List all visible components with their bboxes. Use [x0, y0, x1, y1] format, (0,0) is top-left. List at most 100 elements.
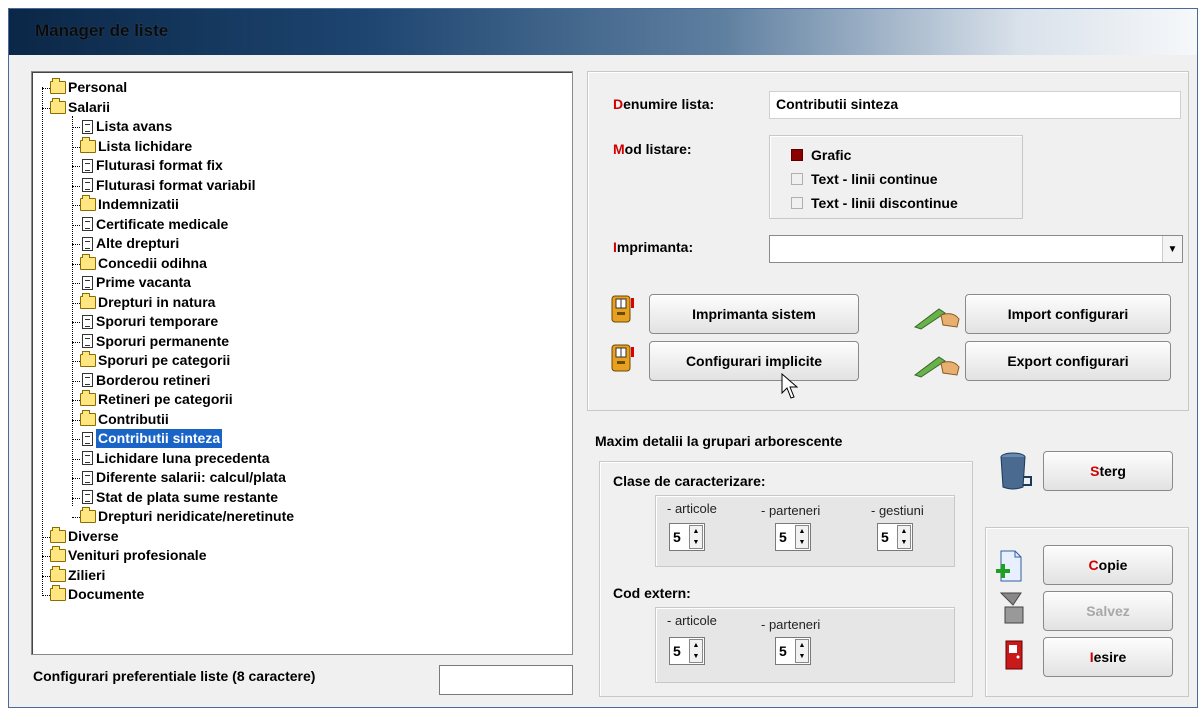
- code-articole-spinner[interactable]: 5 ▲ ▼: [669, 637, 705, 665]
- class-gestiuni-label: - gestiuni: [871, 503, 924, 518]
- tree-item[interactable]: Contributii: [80, 409, 169, 429]
- document-icon: [82, 158, 93, 173]
- document-icon: [82, 178, 93, 192]
- tree-guide-line: [72, 361, 80, 362]
- tree-guide-line: [42, 536, 50, 538]
- tree-item[interactable]: Personal: [50, 78, 127, 97]
- mode-radio-grafic[interactable]: [791, 149, 803, 161]
- title-bar[interactable]: Manager de liste: [9, 9, 1197, 55]
- tree-guide-line: [72, 497, 80, 499]
- document-icon: [82, 451, 93, 465]
- code-articole-label: - articole: [667, 613, 717, 628]
- printer-select[interactable]: ▼: [769, 235, 1183, 263]
- tree-item[interactable]: Drepturi in natura: [80, 292, 215, 312]
- folder-open-icon: [50, 97, 66, 114]
- tree-item[interactable]: Documente: [50, 585, 144, 604]
- spin-arrows-icon[interactable]: ▲ ▼: [795, 525, 809, 549]
- tree-item[interactable]: Drepturi neridicate/neretinute: [80, 507, 294, 526]
- mode-option-text-discontinue[interactable]: Text - linii discontinue: [791, 195, 958, 211]
- document-icon: [82, 373, 93, 387]
- folder-icon: [80, 409, 96, 426]
- tree-item[interactable]: Concedii odihna: [80, 253, 207, 273]
- tree-item[interactable]: Sporuri temporare: [80, 312, 218, 331]
- folder-icon: [80, 351, 96, 367]
- tree-item-label: Certificate medicale: [96, 215, 229, 232]
- tree-item-label: Borderou retineri: [96, 371, 211, 388]
- class-parteneri-spinner[interactable]: 5 ▲ ▼: [775, 523, 811, 551]
- printer-icon: [609, 292, 639, 326]
- spin-arrows-icon[interactable]: ▲ ▼: [897, 525, 911, 549]
- spin-arrows-icon[interactable]: ▲ ▼: [795, 639, 809, 663]
- mode-option-grafic[interactable]: Grafic: [791, 147, 851, 163]
- tree-item-label: Drepturi neridicate/neretinute: [98, 508, 295, 524]
- tree-guide-line: [72, 400, 80, 401]
- spin-arrows-icon[interactable]: ▲ ▼: [689, 639, 703, 663]
- tree-item[interactable]: Lista lichidare: [80, 136, 192, 156]
- class-gestiuni-spinner[interactable]: 5 ▲ ▼: [877, 523, 913, 551]
- document-icon: [82, 334, 93, 348]
- tree-item[interactable]: Diferente salarii: calcul/plata: [80, 468, 286, 487]
- tree-item[interactable]: Lichidare luna precedenta: [80, 449, 270, 468]
- default-config-button[interactable]: Configurari implicite: [649, 341, 859, 381]
- document-icon: [82, 431, 93, 446]
- import-config-button[interactable]: Import configurari: [965, 294, 1171, 334]
- folder-icon: [80, 195, 96, 211]
- tree-item[interactable]: Lista avans: [80, 117, 172, 136]
- tree-item-label: Fluturasi format fix: [96, 157, 223, 173]
- tree-item[interactable]: Salarii: [50, 97, 110, 117]
- tree-guide-line: [72, 244, 80, 245]
- tree-item[interactable]: Alte drepturi: [80, 234, 179, 253]
- tree-guide-line: [72, 146, 80, 148]
- exit-button[interactable]: Iesire: [1043, 637, 1173, 677]
- class-articole-spinner[interactable]: 5 ▲ ▼: [669, 523, 705, 551]
- tree-item-label: Contributii: [98, 410, 169, 427]
- tree-item[interactable]: Fluturasi format fix: [80, 156, 223, 175]
- tree-item[interactable]: Fluturasi format variabil: [80, 176, 255, 195]
- class-title: Clase de caracterizare:: [613, 473, 766, 489]
- tree-item[interactable]: Borderou retineri: [80, 371, 210, 390]
- mode-radio-text-discontinue[interactable]: [791, 197, 803, 209]
- tree-item[interactable]: Certificate medicale: [80, 215, 228, 234]
- document-icon: [82, 119, 93, 134]
- tree-item[interactable]: Retineri pe categorii: [80, 390, 233, 409]
- tree-item[interactable]: Zilieri: [50, 565, 105, 585]
- tree-item[interactable]: Sporuri pe categorii: [80, 351, 230, 370]
- list-name-field[interactable]: Contributii sinteza: [769, 91, 1181, 119]
- tree-item[interactable]: Venituri profesionale: [50, 546, 206, 565]
- tree-item-label: Venituri profesionale: [68, 547, 207, 563]
- tree-guide-line: [72, 283, 80, 284]
- tree-item[interactable]: Diverse: [50, 526, 119, 546]
- chevron-down-icon[interactable]: ▼: [1162, 236, 1182, 262]
- tree-item[interactable]: Contributii sinteza: [80, 429, 223, 448]
- tree-item[interactable]: Prime vacanta: [80, 273, 191, 292]
- tree-item-label: Stat de plata sume restante: [96, 488, 279, 505]
- mode-radio-text-continue[interactable]: [791, 173, 803, 185]
- copy-button[interactable]: Copie: [1043, 545, 1173, 585]
- spin-arrows-icon[interactable]: ▲ ▼: [689, 525, 703, 549]
- folder-icon: [50, 526, 66, 543]
- tree-guide-line: [72, 205, 80, 206]
- list-tree[interactable]: Personal Salarii Lista avans Lista lichidar…: [31, 71, 573, 655]
- list-manager-window: Manager de liste Personal Salarii Lista av…: [8, 8, 1198, 708]
- export-config-button[interactable]: Export configurari: [965, 341, 1171, 381]
- system-printer-button[interactable]: Imprimanta sistem: [649, 294, 859, 334]
- tree-item[interactable]: Sporuri permanente: [80, 332, 229, 351]
- preferences-input[interactable]: [439, 665, 573, 695]
- folder-icon: [80, 390, 96, 406]
- pen-hand-icon: [913, 301, 961, 331]
- tree-guide-line: [42, 87, 43, 594]
- tree-guide-line: [72, 419, 80, 421]
- folder-icon: [50, 546, 66, 562]
- code-parteneri-spinner[interactable]: 5 ▲ ▼: [775, 637, 811, 665]
- window-title: Manager de liste: [35, 21, 169, 40]
- tree-item[interactable]: Stat de plata sume restante: [80, 488, 278, 507]
- tree-guide-line: [72, 322, 80, 323]
- tree-item-label: Documente: [68, 586, 145, 602]
- tree-item-label: Personal: [68, 79, 128, 95]
- folder-icon: [50, 585, 66, 601]
- mode-option-text-continue[interactable]: Text - linii continue: [791, 171, 938, 187]
- delete-button[interactable]: Sterg: [1043, 451, 1173, 491]
- tree-item[interactable]: Indemnizatii: [80, 195, 179, 214]
- grouping-title: Maxim detalii la grupari arborescente: [595, 433, 843, 449]
- save-button[interactable]: Salvez: [1043, 591, 1173, 631]
